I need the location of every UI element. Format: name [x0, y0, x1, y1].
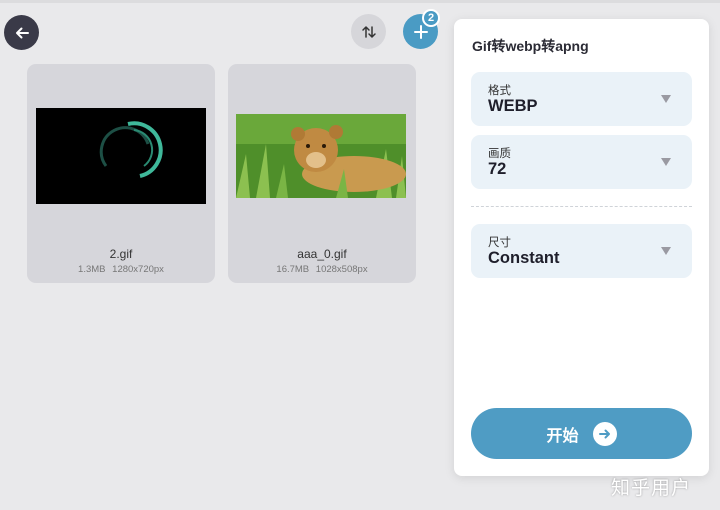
- caret-down-icon: [661, 158, 671, 166]
- file-meta: 16.7MB 1028x508px: [228, 264, 416, 275]
- file-thumbnail: [236, 114, 406, 198]
- caret-down-icon: [661, 95, 671, 103]
- file-count-badge: 2: [422, 9, 440, 27]
- start-label: 开始: [546, 427, 579, 445]
- file-dimensions: 1028x508px: [315, 264, 368, 275]
- top-border: [0, 0, 720, 3]
- file-meta: 1.3MB 1280x720px: [27, 264, 215, 275]
- file-name: 2.gif: [109, 247, 133, 261]
- quality-select[interactable]: 画质 72: [471, 135, 692, 189]
- settings-panel: Gif转webp转apng 格式 WEBP 画质 72 尺寸 Constant …: [454, 19, 709, 476]
- size-select[interactable]: 尺寸 Constant: [471, 224, 692, 278]
- size-label: 尺寸: [488, 237, 511, 249]
- start-button[interactable]: 开始: [471, 408, 692, 459]
- format-value: WEBP: [488, 97, 538, 115]
- sort-arrows-icon: [361, 25, 376, 38]
- file-size: 16.7MB: [276, 264, 310, 275]
- back-button[interactable]: [4, 15, 39, 50]
- file-thumbnail: [36, 108, 206, 204]
- caret-down-icon: [661, 247, 671, 255]
- panel-title: Gif转webp转apng: [472, 38, 589, 54]
- file-size: 1.3MB: [78, 264, 106, 275]
- arrow-right-icon: [592, 421, 617, 446]
- sort-button[interactable]: [351, 14, 386, 49]
- file-card[interactable]: 2.gif 1.3MB 1280x720px: [27, 64, 215, 283]
- divider: [471, 206, 692, 207]
- quality-label: 画质: [488, 148, 511, 160]
- format-select[interactable]: 格式 WEBP: [471, 72, 692, 126]
- arrow-left-icon: [15, 27, 29, 38]
- file-card[interactable]: aaa_0.gif 16.7MB 1028x508px: [228, 64, 416, 283]
- quality-value: 72: [488, 160, 507, 178]
- size-value: Constant: [488, 249, 560, 267]
- file-dimensions: 1280x720px: [112, 264, 164, 275]
- format-label: 格式: [488, 85, 511, 97]
- file-name: aaa_0.gif: [297, 247, 347, 261]
- watermark: 知乎用户: [611, 478, 692, 499]
